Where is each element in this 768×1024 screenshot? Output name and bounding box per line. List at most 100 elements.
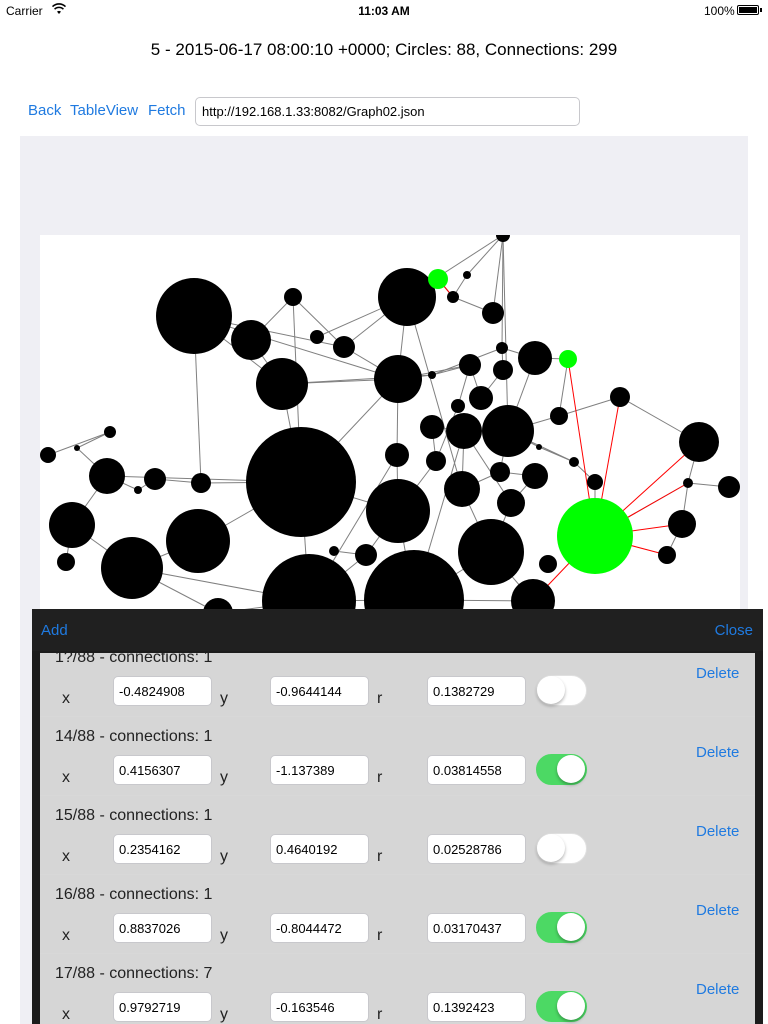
r-label: r (377, 927, 383, 944)
close-button[interactable]: Close (715, 622, 753, 639)
enabled-toggle[interactable] (536, 912, 587, 943)
delete-button[interactable]: Delete (696, 981, 739, 998)
graph-node[interactable] (518, 341, 552, 375)
graph-node[interactable] (329, 546, 339, 556)
graph-node[interactable] (310, 330, 324, 344)
url-input[interactable] (195, 97, 580, 126)
r-label: r (377, 1006, 383, 1023)
graph-node[interactable] (451, 399, 465, 413)
graph-node[interactable] (497, 489, 525, 517)
graph-node[interactable] (444, 471, 480, 507)
graph-node[interactable] (256, 358, 308, 410)
graph-node[interactable] (385, 443, 409, 467)
delete-button[interactable]: Delete (696, 902, 739, 919)
graph-node[interactable] (134, 486, 142, 494)
y-field[interactable] (270, 913, 369, 943)
graph-node[interactable] (366, 479, 430, 543)
r-field[interactable] (427, 913, 526, 943)
graph-node[interactable] (378, 268, 436, 326)
graph-node[interactable] (104, 426, 116, 438)
graph-node[interactable] (482, 302, 504, 324)
graph-node[interactable] (355, 544, 377, 566)
graph-node[interactable] (679, 422, 719, 462)
enabled-toggle[interactable] (536, 833, 587, 864)
enabled-toggle[interactable] (536, 991, 587, 1022)
graph-visualization[interactable] (40, 235, 740, 655)
r-field[interactable] (427, 676, 526, 706)
graph-node[interactable] (482, 405, 534, 457)
graph-node[interactable] (156, 278, 232, 354)
graph-node[interactable] (446, 413, 482, 449)
graph-node[interactable] (57, 553, 75, 571)
graph-node[interactable] (374, 355, 422, 403)
graph-node[interactable] (231, 320, 271, 360)
delete-button[interactable]: Delete (696, 744, 739, 761)
graph-node[interactable] (420, 415, 444, 439)
graph-node[interactable] (550, 407, 568, 425)
graph-node[interactable] (610, 387, 630, 407)
graph-node[interactable] (522, 463, 548, 489)
graph-node[interactable] (496, 342, 508, 354)
graph-node[interactable] (101, 537, 163, 599)
graph-node[interactable] (191, 473, 211, 493)
y-field[interactable] (270, 834, 369, 864)
graph-node[interactable] (718, 476, 740, 498)
graph-node[interactable] (89, 458, 125, 494)
graph-node[interactable] (493, 360, 513, 380)
graph-node[interactable] (447, 291, 459, 303)
delete-button[interactable]: Delete (696, 665, 739, 682)
x-field[interactable] (113, 834, 212, 864)
graph-node[interactable] (463, 271, 471, 279)
graph-node[interactable] (668, 510, 696, 538)
graph-node[interactable] (428, 371, 436, 379)
graph-node[interactable] (469, 386, 493, 410)
graph-node[interactable] (49, 502, 95, 548)
graph-connection (501, 235, 504, 349)
graph-info-title: 5 - 2015-06-17 08:00:10 +0000; Circles: … (150, 40, 618, 59)
graph-node-selected[interactable] (559, 350, 577, 368)
add-button[interactable]: Add (41, 622, 68, 639)
graph-node-selected[interactable] (557, 498, 633, 574)
graph-node[interactable] (683, 478, 693, 488)
back-button[interactable]: Back (28, 102, 61, 119)
graph-node[interactable] (166, 509, 230, 573)
tableview-button[interactable]: TableView (70, 102, 138, 119)
fetch-button[interactable]: Fetch (148, 102, 186, 119)
delete-button[interactable]: Delete (696, 823, 739, 840)
graph-node[interactable] (284, 288, 302, 306)
graph-node[interactable] (658, 546, 676, 564)
graph-node[interactable] (246, 427, 356, 537)
graph-node[interactable] (587, 474, 603, 490)
graph-node[interactable] (536, 444, 542, 450)
r-field[interactable] (427, 755, 526, 785)
x-field[interactable] (113, 992, 212, 1022)
x-field[interactable] (113, 676, 212, 706)
x-field[interactable] (113, 913, 212, 943)
enabled-toggle[interactable] (536, 754, 587, 785)
graph-node[interactable] (74, 445, 80, 451)
graph-node[interactable] (458, 519, 524, 585)
graph-node[interactable] (569, 457, 579, 467)
graph-node[interactable] (490, 462, 510, 482)
y-field[interactable] (270, 676, 369, 706)
r-field[interactable] (427, 992, 526, 1022)
graph-node-selected[interactable] (428, 269, 448, 289)
graph-node[interactable] (426, 451, 446, 471)
row-title: 17/88 - connections: 7 (55, 965, 213, 982)
enabled-toggle[interactable] (536, 675, 587, 706)
row-title: 16/88 - connections: 1 (55, 886, 213, 903)
graph-node[interactable] (459, 354, 481, 376)
r-label: r (377, 769, 383, 786)
graph-node[interactable] (40, 447, 56, 463)
list-item: 14/88 - connections: 1 x y r Delete (40, 717, 755, 796)
circle-list[interactable]: 1?/88 - connections: 1 x y r Delete 14/8… (40, 653, 755, 1024)
graph-canvas[interactable] (40, 235, 740, 655)
graph-node[interactable] (539, 555, 557, 573)
x-field[interactable] (113, 755, 212, 785)
graph-node[interactable] (333, 336, 355, 358)
y-field[interactable] (270, 992, 369, 1022)
y-field[interactable] (270, 755, 369, 785)
graph-node[interactable] (144, 468, 166, 490)
r-field[interactable] (427, 834, 526, 864)
row-title: 14/88 - connections: 1 (55, 728, 213, 745)
